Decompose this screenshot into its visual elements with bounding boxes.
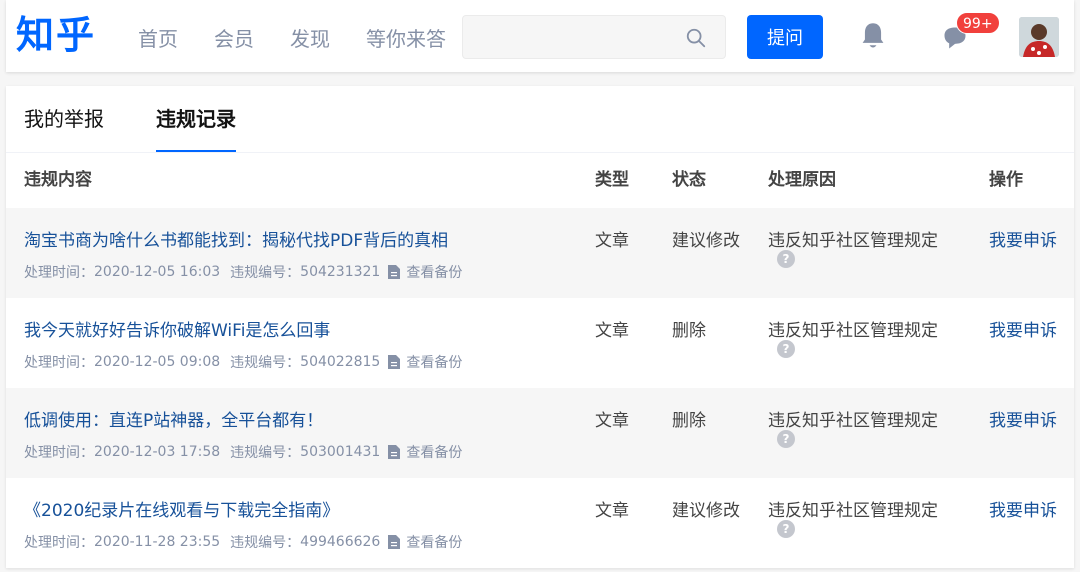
violation-id: 499466626 (300, 534, 381, 550)
appeal-button[interactable]: 我要申诉 (989, 406, 1057, 431)
row-meta: 处理时间： 2020-12-05 09:08 违规编号： 504022815 查… (24, 352, 462, 372)
violation-title-link[interactable]: 《2020纪录片在线观看与下载完全指南》 (24, 496, 339, 521)
process-status: 删除 (672, 321, 706, 341)
violation-title-link[interactable]: 低调使用：直连P站神器，全平台都有！ (24, 406, 323, 431)
view-backup-link[interactable]: 查看备份 (388, 352, 462, 372)
nav-home[interactable]: 首页 (138, 22, 178, 56)
id-label: 违规编号： (230, 265, 301, 281)
avatar-image (1019, 17, 1059, 57)
view-backup-link[interactable]: 查看备份 (388, 532, 462, 552)
appeal-button[interactable]: 我要申诉 (989, 496, 1057, 521)
row-meta: 处理时间： 2020-11-28 23:55 违规编号： 499466626 查… (24, 532, 462, 552)
violation-id: 504231321 (300, 264, 381, 280)
help-icon[interactable]: ? (777, 250, 795, 268)
help-icon[interactable]: ? (777, 520, 795, 538)
table-row: 低调使用：直连P站神器，全平台都有！ 处理时间： 2020-12-03 17:5… (6, 388, 1074, 478)
column-status: 状态 (672, 170, 706, 190)
violation-title-link[interactable]: 淘宝书商为啥什么书都能找到：揭秘代找PDF背后的真相 (24, 226, 448, 251)
process-status: 建议修改 (672, 231, 740, 251)
row-meta: 处理时间： 2020-12-05 16:03 违规编号： 504231321 查… (24, 262, 462, 282)
view-backup-label: 查看备份 (406, 445, 463, 461)
process-reason: 违反知乎社区管理规定 (768, 411, 938, 431)
table-row: 《2020纪录片在线观看与下载完全指南》 处理时间： 2020-11-28 23… (6, 478, 1074, 568)
document-icon (388, 265, 401, 279)
main-nav: 首页 会员 发现 等你来答 (138, 22, 482, 56)
column-content: 违规内容 (24, 170, 92, 190)
nav-waiting-answers[interactable]: 等你来答 (366, 22, 446, 56)
row-meta: 处理时间： 2020-12-03 17:58 违规编号： 503001431 查… (24, 442, 462, 462)
document-icon (388, 535, 401, 549)
violation-id: 503001431 (300, 444, 381, 460)
time-label: 处理时间： (24, 535, 94, 551)
processed-time: 2020-12-05 09:08 (94, 354, 221, 370)
processed-time: 2020-12-05 16:03 (94, 264, 221, 280)
violation-id: 504022815 (300, 354, 381, 370)
violation-records-panel: 我的举报 违规记录 违规内容 类型 状态 处理原因 操作 淘宝书商为啥什么书都能… (6, 86, 1074, 568)
view-backup-link[interactable]: 查看备份 (388, 262, 462, 282)
process-reason: 违反知乎社区管理规定 (768, 501, 938, 521)
appeal-button[interactable]: 我要申诉 (989, 226, 1057, 251)
table-row: 淘宝书商为啥什么书都能找到：揭秘代找PDF背后的真相 处理时间： 2020-12… (6, 208, 1074, 298)
ask-question-button[interactable]: 提问 (747, 15, 823, 59)
record-tabs: 我的举报 违规记录 (24, 86, 288, 153)
processed-time: 2020-11-28 23:55 (94, 534, 221, 550)
time-label: 处理时间： (24, 265, 94, 281)
id-label: 违规编号： (230, 535, 301, 551)
search-icon[interactable] (685, 27, 707, 49)
process-status: 删除 (672, 411, 706, 431)
processed-time: 2020-12-03 17:58 (94, 444, 221, 460)
table-header: 违规内容 类型 状态 处理原因 操作 (6, 153, 1074, 207)
nav-discover[interactable]: 发现 (290, 22, 330, 56)
content-type: 文章 (595, 411, 629, 431)
zhihu-logo[interactable]: 知乎 (16, 10, 96, 60)
time-label: 处理时间： (24, 355, 94, 371)
tab-my-reports[interactable]: 我的举报 (24, 86, 104, 152)
nav-membership[interactable]: 会员 (214, 22, 254, 56)
view-backup-link[interactable]: 查看备份 (388, 442, 462, 462)
view-backup-label: 查看备份 (406, 535, 463, 551)
avatar[interactable] (1019, 17, 1059, 57)
document-icon (388, 355, 401, 369)
bell-icon[interactable] (859, 21, 887, 51)
table-row: 我今天就好好告诉你破解WiFi是怎么回事 处理时间： 2020-12-05 09… (6, 298, 1074, 388)
process-reason: 违反知乎社区管理规定 (768, 321, 938, 341)
column-type: 类型 (595, 170, 629, 190)
column-reason: 处理原因 (768, 170, 836, 190)
appeal-button[interactable]: 我要申诉 (989, 316, 1057, 341)
message-count-badge: 99+ (956, 12, 1000, 34)
id-label: 违规编号： (230, 355, 301, 371)
view-backup-label: 查看备份 (406, 265, 463, 281)
content-type: 文章 (595, 231, 629, 251)
content-type: 文章 (595, 501, 629, 521)
violation-title-link[interactable]: 我今天就好好告诉你破解WiFi是怎么回事 (24, 316, 330, 341)
view-backup-label: 查看备份 (406, 355, 463, 371)
top-nav-bar: 知乎 首页 会员 发现 等你来答 提问 99+ (6, 0, 1074, 72)
document-icon (388, 445, 401, 459)
time-label: 处理时间： (24, 445, 94, 461)
process-reason: 违反知乎社区管理规定 (768, 231, 938, 251)
id-label: 违规编号： (230, 445, 301, 461)
search-input[interactable] (462, 15, 726, 59)
help-icon[interactable]: ? (777, 340, 795, 358)
column-action: 操作 (989, 170, 1023, 190)
content-type: 文章 (595, 321, 629, 341)
tab-violation-records[interactable]: 违规记录 (156, 86, 236, 153)
process-status: 建议修改 (672, 501, 740, 521)
help-icon[interactable]: ? (777, 430, 795, 448)
